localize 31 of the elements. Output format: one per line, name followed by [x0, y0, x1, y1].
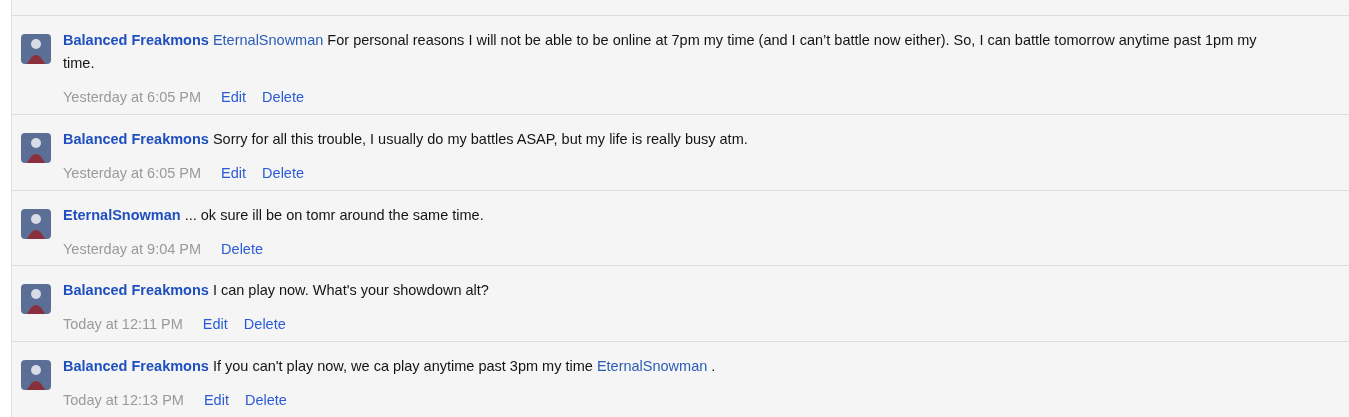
action-link[interactable]: Delete — [262, 87, 305, 109]
author-link[interactable]: Balanced Freakmons — [63, 282, 209, 299]
timestamp: Yesterday at 6:05 PM — [63, 163, 202, 183]
avatar-icon — [21, 284, 51, 315]
avatar-icon — [21, 360, 51, 390]
avatar-icon — [21, 34, 51, 64]
author-link[interactable]: Balanced Freakmons — [63, 358, 209, 374]
timestamp: Today at 12:13 PM — [63, 391, 184, 410]
message-text: EternalSnowman ... ok sure ill be on tomr around the same time. — [63, 205, 484, 225]
mention-link[interactable]: EternalSnowman — [212, 32, 324, 48]
action-link[interactable]: Delete — [243, 314, 286, 336]
action-link[interactable]: Delete — [262, 162, 305, 185]
avatar-icon — [21, 208, 51, 239]
action-link[interactable]: Edit — [203, 390, 229, 412]
timestamp: Yesterday at 9:04 PM — [63, 239, 202, 259]
action-link[interactable]: Edit — [221, 87, 247, 109]
message-text: Balanced Freakmons If you can't play now, we ca play anytime past 3pm my time EternalSnowman . — [63, 357, 716, 376]
mention-link[interactable]: EternalSnowman — [596, 358, 708, 374]
author-link[interactable]: Balanced Freakmons — [63, 32, 209, 48]
message-text: Balanced Freakmons EternalSnowman For personal reasons I will not be able to be online at 7pm my time (and I can’t battle now either). So, I can battle tomorrow anytime past 1pm my time. — [63, 31, 1258, 73]
author-link[interactable]: EternalSnowman — [63, 206, 181, 223]
action-link[interactable]: Delete — [221, 238, 264, 261]
avatar-icon — [21, 132, 51, 163]
action-link[interactable]: Edit — [202, 314, 228, 336]
action-link[interactable]: Edit — [221, 162, 247, 185]
message-text: Balanced Freakmons I can play now. What's your showdown alt? — [63, 281, 489, 301]
message-text: Balanced Freakmons Sorry for all this trouble, I usually do my battles ASAP, but my life is really busy atm. — [63, 129, 748, 149]
timestamp: Today at 12:11 PM — [63, 315, 183, 335]
action-link[interactable]: Delete — [244, 390, 287, 412]
timestamp: Yesterday at 6:05 PM — [63, 88, 202, 107]
author-link[interactable]: Balanced Freakmons — [63, 130, 209, 147]
